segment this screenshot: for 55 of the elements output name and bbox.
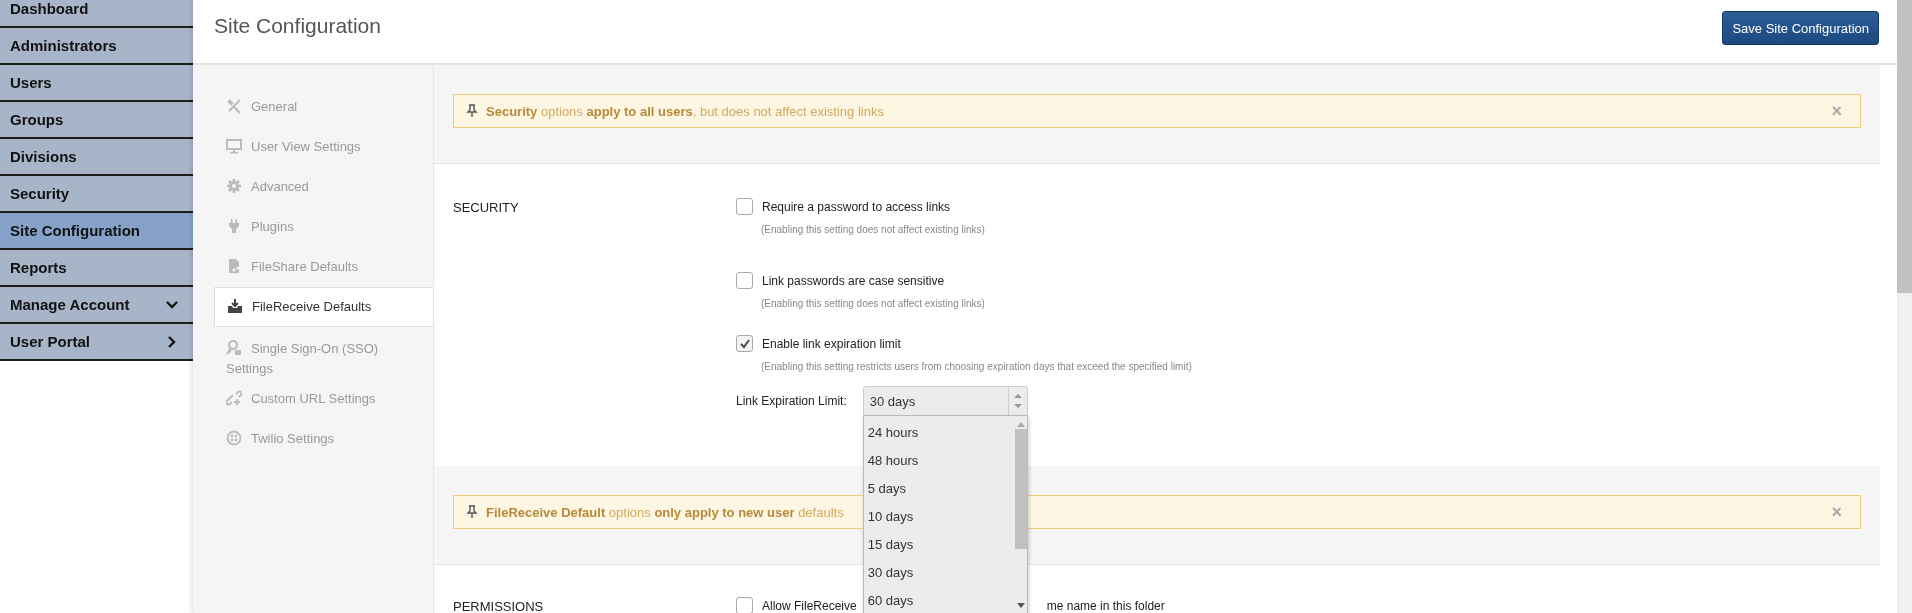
- check-icon: [738, 337, 751, 350]
- dropdown-option[interactable]: 48 hours: [863, 447, 1015, 475]
- hint-text: (Enabling this setting does not affect existing links): [761, 224, 986, 235]
- checkbox-label: Link passwords are case sensitive: [762, 273, 945, 288]
- sidebar-item[interactable]: Security: [0, 176, 193, 213]
- sidebar-item[interactable]: User Portal: [0, 324, 193, 361]
- scroll-up-icon: [1016, 421, 1025, 427]
- gear-icon: [226, 178, 242, 194]
- circle-dots-icon: [226, 430, 242, 446]
- dropdown-option[interactable]: 10 days: [863, 503, 1015, 531]
- field-label: Link Expiration Limit:: [736, 394, 847, 408]
- hint-text: (Enabling this setting restricts users from choosing expiration days that exceed the specified limit): [761, 361, 1192, 372]
- scroll-down-icon: [1016, 603, 1025, 609]
- checkbox[interactable]: [736, 597, 753, 613]
- key-lock-icon: [226, 340, 242, 356]
- save-button[interactable]: Save Site Configuration: [1722, 11, 1879, 45]
- notice-text: FileReceive Default options only apply to new user defaults: [486, 504, 844, 520]
- sidebar-item[interactable]: Groups: [0, 102, 193, 139]
- checkbox-label: me name in this folder: [1046, 598, 1165, 613]
- sidebar-item[interactable]: Users: [0, 65, 193, 102]
- dropdown-option[interactable]: 5 days: [863, 475, 1015, 503]
- scrollbar[interactable]: [1897, 0, 1912, 613]
- checkbox-label: Enable link expiration limit: [762, 336, 901, 351]
- checkbox[interactable]: [736, 272, 753, 289]
- dropdown-option[interactable]: 15 days: [863, 531, 1015, 559]
- sidebar-item[interactable]: Reports: [0, 250, 193, 287]
- inbox-download-icon: [227, 298, 243, 314]
- monitor-icon: [226, 138, 242, 154]
- scrollbar-thumb[interactable]: [1014, 429, 1027, 549]
- section-title: PERMISSIONS: [453, 598, 545, 613]
- sidebar-item[interactable]: Site Configuration: [0, 213, 193, 250]
- checkbox-label: Allow FileReceive: [762, 598, 857, 613]
- pin-icon: [466, 505, 478, 519]
- scrollbar-thumb[interactable]: [1897, 0, 1912, 293]
- plug-icon: [226, 218, 242, 234]
- checkbox-label: Require a password to access links: [762, 199, 951, 214]
- pin-icon: [466, 104, 478, 118]
- tools-icon: [226, 98, 242, 114]
- dropdown-option[interactable]: 30 days: [863, 559, 1015, 587]
- settings-nav-item[interactable]: FileReceive Defaults: [214, 287, 433, 327]
- sidebar-item[interactable]: Dashboard: [0, 0, 193, 28]
- dropdown-option[interactable]: 60 days: [863, 587, 1015, 613]
- sidebar-item[interactable]: Administrators: [0, 28, 193, 65]
- select-field[interactable]: 30 days: [862, 386, 1028, 416]
- section-title: SECURITY: [453, 199, 520, 217]
- page-title: Site Configuration: [214, 14, 381, 38]
- checkbox[interactable]: [736, 198, 753, 215]
- checkbox[interactable]: [736, 335, 753, 352]
- document-share-icon: [226, 258, 242, 274]
- notice-text: Security options apply to all users, but does not affect existing links: [486, 103, 884, 119]
- sidebar-item[interactable]: Divisions: [0, 139, 193, 176]
- sidebar-item[interactable]: Manage Account: [0, 287, 193, 324]
- dropdown-option[interactable]: 24 hours: [863, 419, 1015, 447]
- hint-text: (Enabling this setting does not affect existing links): [761, 298, 986, 309]
- link-icon: [226, 390, 242, 406]
